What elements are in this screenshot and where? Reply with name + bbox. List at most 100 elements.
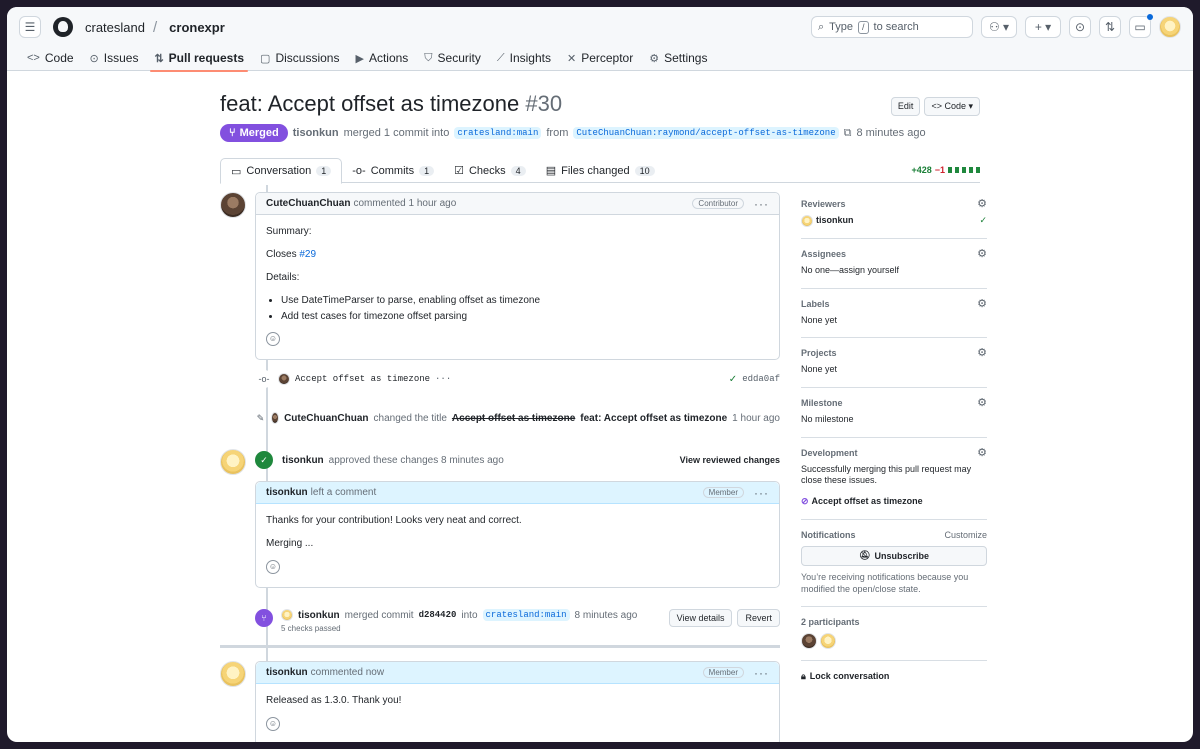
avatar[interactable] [220, 661, 246, 687]
view-reviewed-changes-link[interactable]: View reviewed changes [680, 455, 780, 465]
list-item: Add test cases for timezone offset parsi… [281, 310, 769, 324]
issue-icon: ⊙ [89, 52, 99, 65]
issues-icon[interactable]: ⊙ [1069, 16, 1091, 38]
tab-files-changed[interactable]: ▤ Files changed 10 [536, 158, 665, 183]
gear-icon[interactable]: ⚙ [977, 197, 987, 210]
tab-insights[interactable]: ⟋ Insights [489, 45, 559, 71]
projects-section: Projects ⚙ None yet [801, 338, 987, 389]
hamburger-menu-icon[interactable]: ☰ [19, 16, 41, 38]
avatar[interactable] [220, 449, 246, 475]
participants-section: 2 participants [801, 607, 987, 662]
base-branch[interactable]: cratesland:main [454, 127, 542, 139]
repo-tabs: <> Code ⊙ Issues ⇅ Pull requests ▢ Discussio… [19, 45, 715, 72]
assignees-section: Assignees ⚙ No one—assign yourself [801, 239, 987, 289]
add-reaction-icon[interactable]: ☺ [266, 717, 280, 731]
tab-security[interactable]: ⛉ Security [416, 45, 489, 71]
tab-commits[interactable]: -o- Commits 1 [342, 158, 444, 183]
avatar[interactable] [820, 633, 836, 650]
linked-issue[interactable]: Accept offset as timezone [812, 496, 923, 508]
unsubscribe-button[interactable]: 🔕︎ Unsubscribe [801, 545, 987, 566]
commit-icon: -o- [255, 370, 273, 388]
merger-link[interactable]: tisonkun [293, 127, 339, 139]
lock-section: 🔒︎ Lock conversation [801, 661, 987, 694]
copy-icon[interactable]: ⧉ [844, 127, 852, 140]
kebab-menu-icon[interactable]: ··· [754, 197, 769, 211]
comment-body: Released as 1.3.0. Thank you! ☺ [256, 684, 779, 741]
lock-conversation-button[interactable]: 🔒︎ Lock conversation [801, 671, 987, 683]
base-branch[interactable]: cratesland:main [482, 609, 570, 621]
gear-icon[interactable]: ⚙ [977, 297, 987, 310]
approved-check-icon: ✓ [255, 451, 273, 469]
view-details-button[interactable]: View details [668, 609, 733, 627]
merge-icon: ⑂ [255, 609, 273, 627]
head-branch[interactable]: CuteChuanChuan:raymond/accept-offset-as-… [573, 127, 839, 139]
kebab-menu-icon[interactable]: ··· [754, 666, 769, 680]
add-reaction-icon[interactable]: ☺ [266, 332, 280, 346]
avatar [281, 609, 293, 621]
file-diff-icon: ▤ [545, 165, 557, 177]
tab-settings[interactable]: ⚙ Settings [641, 45, 715, 71]
commit-message[interactable]: Accept offset as timezone [295, 374, 430, 384]
pull-requests-icon[interactable]: ⇅ [1099, 16, 1121, 38]
checks-status[interactable]: 5 checks passed [281, 624, 637, 633]
comment-header: tisonkun left a comment Member ··· [256, 482, 779, 504]
tab-actions[interactable]: ▶ Actions [347, 45, 416, 71]
bell-slash-icon: 🔕︎ [859, 550, 871, 561]
issue-link[interactable]: #29 [299, 249, 316, 260]
comment-icon: ▭ [231, 165, 242, 178]
comment-box: tisonkun commented now Member ··· Releas… [255, 661, 780, 742]
edit-button[interactable]: Edit [890, 97, 921, 116]
gear-icon[interactable]: ⚙ [977, 396, 987, 409]
role-badge: Member [702, 487, 744, 498]
breadcrumb-owner[interactable]: cratesland [85, 20, 145, 35]
revert-button[interactable]: Revert [737, 609, 780, 627]
commit-event: -o- Accept offset as timezone ··· ✓ edda… [255, 370, 780, 388]
merge-commit-sha[interactable]: d284420 [419, 610, 457, 620]
kebab-menu-icon[interactable]: ··· [754, 486, 769, 500]
gear-icon: ⚙ [649, 52, 660, 65]
inbox-icon[interactable]: ▭ [1129, 14, 1153, 38]
status-badge: ⑂ Merged [220, 124, 288, 142]
check-icon: ✓ [979, 215, 987, 226]
user-avatar[interactable] [1159, 16, 1181, 38]
breadcrumb-repo[interactable]: cronexpr [169, 20, 225, 35]
avatar [278, 373, 290, 385]
diffstat: +428 −1 [911, 158, 980, 182]
code-dropdown-button[interactable]: <> Code ▾ [924, 97, 980, 116]
copilot-icon[interactable]: ⚇ ▾ [981, 16, 1017, 38]
tab-issues[interactable]: ⊙ Issues [82, 45, 147, 71]
page-title: feat: Accept offset as timezone #30 [220, 91, 563, 116]
check-icon: ✓ [728, 373, 738, 385]
merge-icon: ⑂ [229, 127, 236, 139]
tab-discussions[interactable]: ▢ Discussions [252, 45, 347, 71]
customize-link[interactable]: Customize [944, 530, 987, 540]
perceptor-icon: ✕ [566, 52, 577, 65]
tab-perceptor[interactable]: ✕ Perceptor [559, 45, 641, 71]
gear-icon[interactable]: ⚙ [977, 247, 987, 260]
tab-conversation[interactable]: ▭ Conversation 1 [220, 158, 343, 184]
create-new-icon[interactable]: + ▾ [1025, 16, 1061, 38]
tab-pull-requests[interactable]: ⇅ Pull requests [146, 45, 252, 72]
shield-icon: ⛉ [424, 51, 433, 64]
gear-icon[interactable]: ⚙ [977, 346, 987, 359]
search-icon: ⌕ [818, 20, 825, 33]
commit-sha[interactable]: edda0af [742, 374, 780, 384]
browser-window: ☰ cratesland / cronexpr ⌕ Type / to sear… [7, 7, 1193, 742]
tab-checks[interactable]: ☑ Checks 4 [444, 158, 536, 183]
avatar[interactable] [801, 633, 817, 650]
pull-request-icon: ⇅ [154, 52, 164, 65]
expand-commit-icon[interactable]: ··· [435, 374, 451, 384]
gear-icon[interactable]: ⚙ [977, 446, 987, 459]
role-badge: Contributor [692, 198, 744, 209]
pr-meta: ⑂ Merged tisonkun merged 1 commit into cr… [220, 124, 926, 142]
tab-code[interactable]: <> Code [19, 45, 82, 71]
approval-event: ✓ tisonkun approved these changes 8 minu… [255, 451, 780, 469]
github-logo-icon[interactable] [53, 17, 73, 37]
avatar[interactable] [220, 192, 246, 218]
add-reaction-icon[interactable]: ☺ [266, 560, 280, 574]
assign-yourself-link[interactable]: No one—assign yourself [801, 265, 987, 277]
search-input[interactable]: ⌕ Type / to search [811, 16, 973, 38]
avatar [801, 215, 813, 227]
play-icon: ▶ [355, 52, 364, 65]
checklist-icon: ☑ [454, 165, 464, 177]
